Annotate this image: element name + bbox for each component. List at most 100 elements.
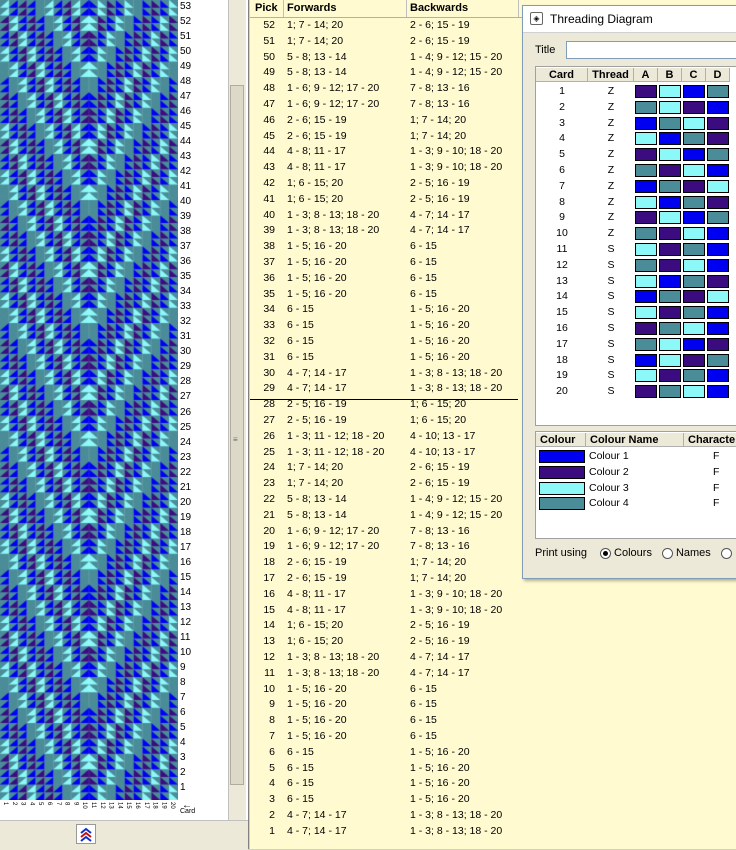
card-row[interactable]: 2Z: [536, 100, 736, 116]
chevron-pattern-icon[interactable]: [76, 824, 96, 844]
hole-colour-cell[interactable]: [707, 306, 729, 320]
card-row[interactable]: 20 S: [536, 384, 736, 400]
hole-colour-cell[interactable]: [659, 85, 681, 98]
colours-header-0[interactable]: Colour: [536, 433, 586, 447]
table-row[interactable]: 8 1 - 5; 16 - 20 6 - 15: [250, 713, 736, 729]
hole-colour-cell[interactable]: [707, 100, 729, 114]
hole-colour-cell[interactable]: [707, 258, 729, 272]
hole-colour-cell[interactable]: [707, 353, 729, 367]
hole-colour-cell[interactable]: [635, 337, 657, 351]
colour-row[interactable]: Colour 2 F: [536, 465, 736, 481]
card-row[interactable]: 9Z: [536, 210, 736, 226]
hole-colour-cell[interactable]: [659, 100, 681, 114]
table-row[interactable]: 14 1; 6 - 15; 20 2 - 5; 16 - 19: [250, 618, 736, 634]
card-row[interactable]: 3Z: [536, 116, 736, 132]
hole-colour-cell[interactable]: [707, 85, 729, 98]
hole-colour-cell[interactable]: [635, 243, 657, 256]
hole-colour-cell[interactable]: [683, 116, 705, 130]
hole-colour-cell[interactable]: [635, 179, 657, 193]
table-row[interactable]: 5 6 - 15 1 - 5; 16 - 20: [250, 761, 736, 777]
hole-colour-cell[interactable]: [707, 116, 729, 130]
hole-colour-cell[interactable]: [707, 211, 729, 225]
colour-swatch[interactable]: [539, 481, 585, 495]
hole-colour-cell[interactable]: [683, 322, 705, 335]
card-row[interactable]: 5Z: [536, 147, 736, 163]
hole-colour-cell[interactable]: [659, 258, 681, 272]
hole-colour-cell[interactable]: [635, 148, 657, 162]
forwards-column-header[interactable]: Forwards: [287, 2, 337, 14]
table-row[interactable]: 15 4 - 8; 11 - 17 1 - 3; 9 - 10; 18 - 20: [250, 603, 736, 619]
hole-colour-cell[interactable]: [683, 337, 705, 351]
hole-colour-cell[interactable]: [707, 164, 729, 177]
card-row[interactable]: 7Z: [536, 179, 736, 195]
hole-colour-cell[interactable]: [707, 243, 729, 256]
card-row[interactable]: 8Z: [536, 195, 736, 211]
colour-row[interactable]: Colour 4 F: [536, 496, 736, 512]
hole-colour-cell[interactable]: [635, 290, 657, 304]
hole-colour-cell[interactable]: [707, 179, 729, 193]
table-row[interactable]: 10 1 - 5; 16 - 20 6 - 15: [250, 682, 736, 698]
hole-colour-cell[interactable]: [659, 337, 681, 351]
hole-colour-cell[interactable]: [683, 164, 705, 177]
hole-colour-cell[interactable]: [683, 85, 705, 98]
hole-colour-cell[interactable]: [635, 385, 657, 399]
card-row[interactable]: 6Z: [536, 163, 736, 179]
hole-colour-cell[interactable]: [683, 306, 705, 320]
cards-header-d[interactable]: D: [706, 68, 730, 82]
card-row[interactable]: 19 S: [536, 368, 736, 384]
window-titlebar[interactable]: ◈ Threading Diagram: [523, 6, 736, 33]
hole-colour-cell[interactable]: [635, 274, 657, 288]
hole-colour-cell[interactable]: [683, 227, 705, 241]
colours-header-1[interactable]: Colour Name: [586, 433, 684, 447]
hole-colour-cell[interactable]: [707, 195, 729, 209]
hole-colour-cell[interactable]: [635, 353, 657, 367]
cards-header-c[interactable]: C: [682, 68, 706, 82]
hole-colour-cell[interactable]: [659, 385, 681, 399]
hole-colour-cell[interactable]: [683, 100, 705, 114]
cards-header-a[interactable]: A: [634, 68, 658, 82]
hole-colour-cell[interactable]: [635, 306, 657, 320]
table-row[interactable]: 1 4 - 7; 14 - 17 1 - 3; 8 - 13; 18 - 20: [250, 824, 736, 840]
hole-colour-cell[interactable]: [635, 322, 657, 335]
card-row[interactable]: 17 S: [536, 337, 736, 353]
table-row[interactable]: 3 6 - 15 1 - 5; 16 - 20: [250, 792, 736, 808]
hole-colour-cell[interactable]: [683, 353, 705, 367]
hole-colour-cell[interactable]: [659, 195, 681, 209]
hole-colour-cell[interactable]: [659, 211, 681, 225]
hole-colour-cell[interactable]: [707, 148, 729, 162]
hole-colour-cell[interactable]: [659, 306, 681, 320]
hole-colour-cell[interactable]: [683, 274, 705, 288]
print-option-radio[interactable]: [600, 547, 612, 559]
card-row[interactable]: 18 S: [536, 353, 736, 369]
hole-colour-cell[interactable]: [659, 322, 681, 335]
table-row[interactable]: 13 1; 6 - 15; 20 2 - 5; 16 - 19: [250, 634, 736, 650]
colour-row[interactable]: Colour 3 F: [536, 481, 736, 497]
hole-colour-cell[interactable]: [707, 337, 729, 351]
card-row[interactable]: 13 S: [536, 274, 736, 290]
hole-colour-cell[interactable]: [659, 243, 681, 256]
table-row[interactable]: 4 6 - 15 1 - 5; 16 - 20: [250, 776, 736, 792]
card-row[interactable]: 15 S: [536, 305, 736, 321]
card-row[interactable]: 4Z: [536, 131, 736, 147]
hole-colour-cell[interactable]: [707, 227, 729, 241]
hole-colour-cell[interactable]: [683, 211, 705, 225]
hole-colour-cell[interactable]: [683, 148, 705, 162]
hole-colour-cell[interactable]: [707, 369, 729, 383]
card-row[interactable]: 1Z: [536, 84, 736, 100]
hole-colour-cell[interactable]: [683, 290, 705, 304]
hole-colour-cell[interactable]: [635, 164, 657, 177]
hole-colour-cell[interactable]: [635, 100, 657, 114]
hole-colour-cell[interactable]: [635, 132, 657, 146]
hole-colour-cell[interactable]: [707, 132, 729, 146]
cards-header-card[interactable]: Card: [536, 68, 588, 82]
hole-colour-cell[interactable]: [683, 385, 705, 399]
print-option-radio[interactable]: [720, 547, 732, 559]
hole-colour-cell[interactable]: [635, 258, 657, 272]
hole-colour-cell[interactable]: [635, 195, 657, 209]
cards-header-b[interactable]: B: [658, 68, 682, 82]
table-row[interactable]: 16 4 - 8; 11 - 17 1 - 3; 9 - 10; 18 - 20: [250, 587, 736, 603]
cards-header-thread[interactable]: Thread: [588, 68, 634, 82]
hole-colour-cell[interactable]: [659, 353, 681, 367]
hole-colour-cell[interactable]: [659, 132, 681, 146]
table-row[interactable]: 9 1 - 5; 16 - 20 6 - 15: [250, 697, 736, 713]
